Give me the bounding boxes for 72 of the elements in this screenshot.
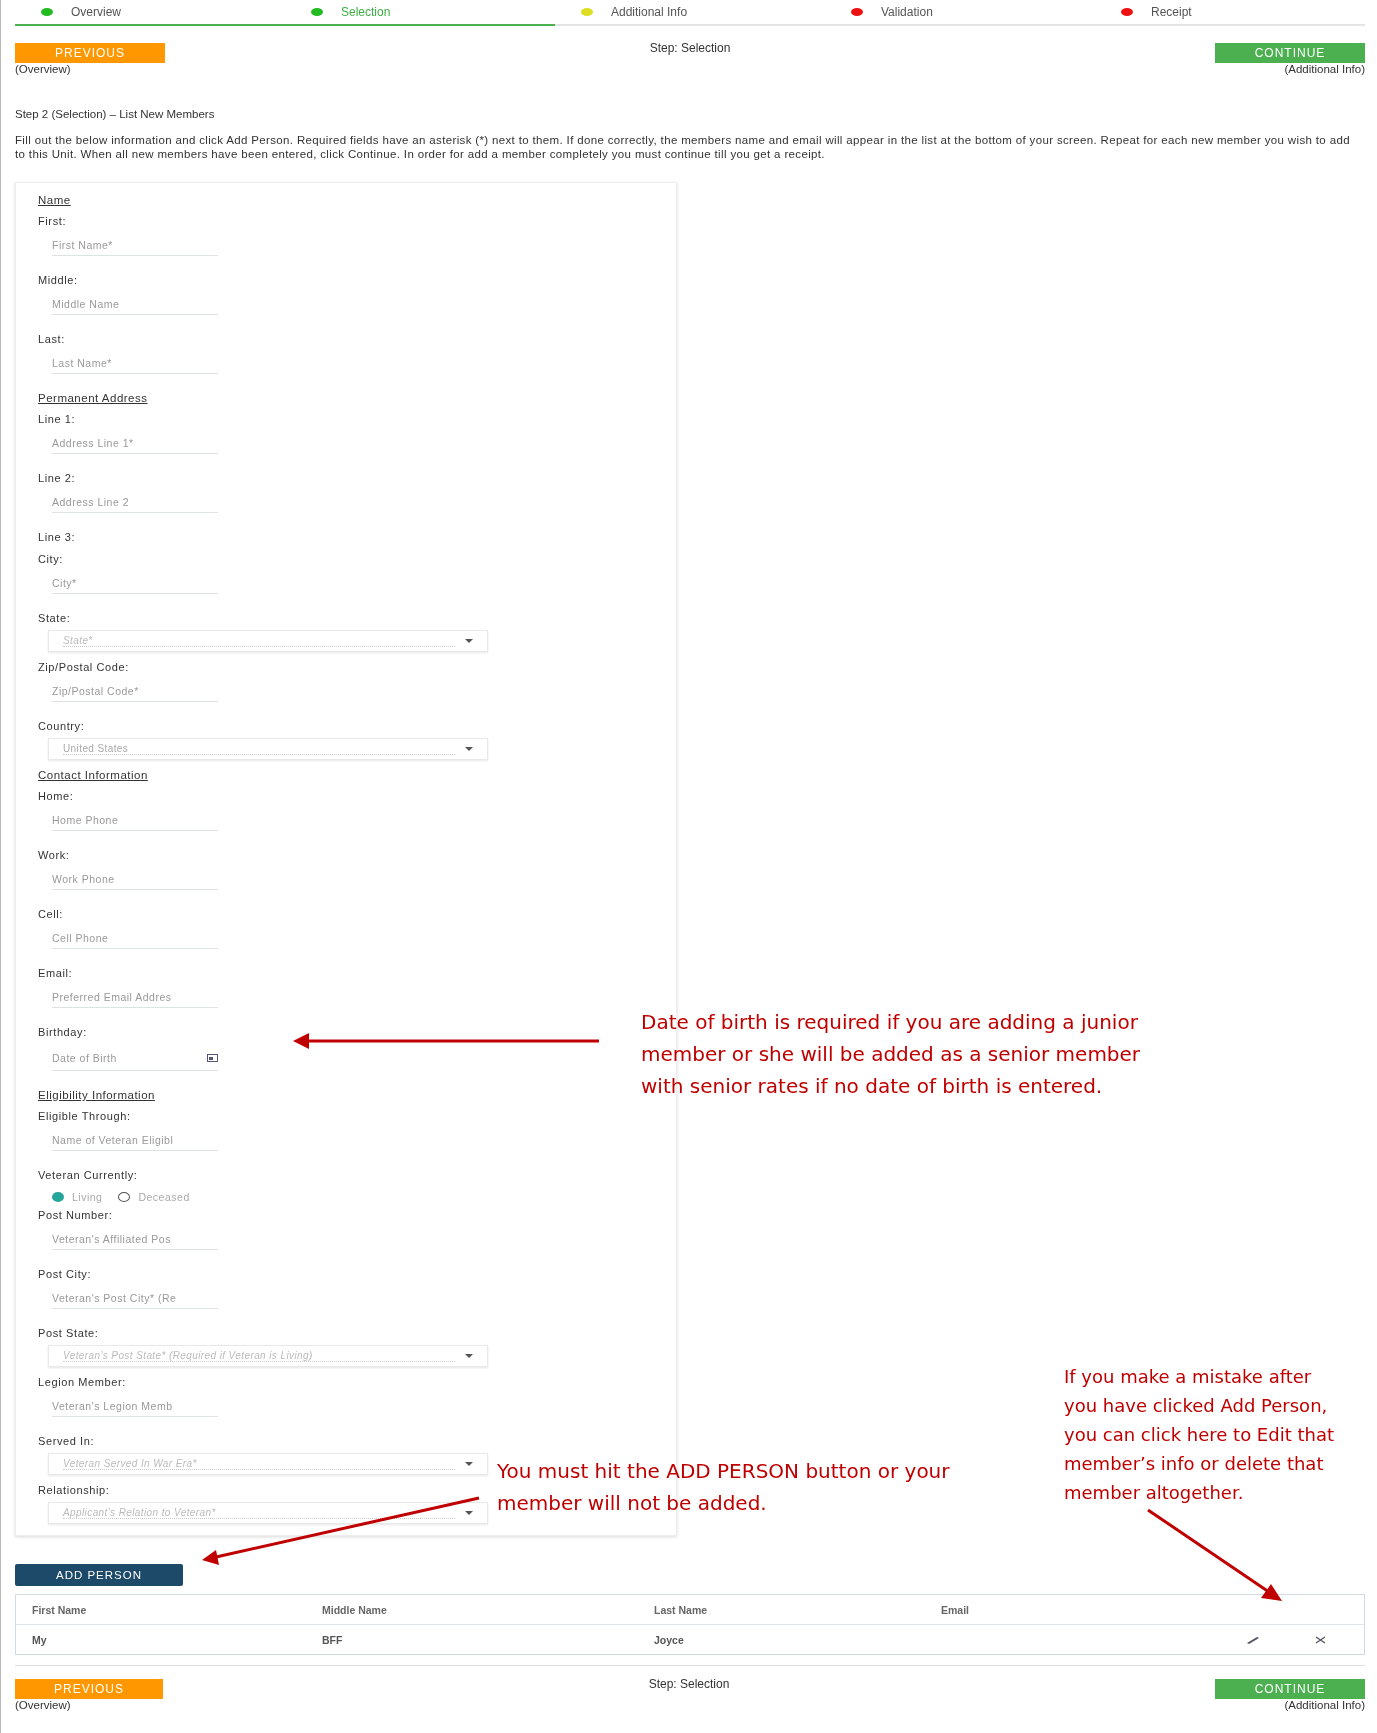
dropdown-caret-icon bbox=[465, 747, 473, 751]
field-label: Cell: bbox=[38, 907, 63, 922]
field-label: Legion Member: bbox=[38, 1375, 126, 1390]
progress-step[interactable]: Validation bbox=[825, 0, 1095, 26]
field-label: City: bbox=[38, 552, 63, 567]
dropdown-caret-icon bbox=[465, 1462, 473, 1466]
instructions-text: Fill out the below information and click Add Person. Required fields have an asterisk (*) next to them. If done correctly, the members name and email will appear in the list at the bottom of your screen. Repeat for each new member you wish to add to this Unit. When all new members have been entered, click Continue. In order for add a member completely you must continue till you get a receipt. bbox=[15, 133, 1351, 161]
field-label: Veteran Currently: bbox=[38, 1168, 138, 1183]
column-header: First Name bbox=[32, 1603, 87, 1616]
progress-step[interactable]: Selection bbox=[285, 0, 555, 26]
close-icon[interactable] bbox=[1315, 1635, 1326, 1644]
field-label: Middle: bbox=[38, 273, 78, 288]
table-cell: Joyce bbox=[654, 1633, 684, 1646]
radio-button[interactable] bbox=[52, 1192, 64, 1202]
field-label: Birthday: bbox=[38, 1025, 87, 1040]
field-label: Eligible Through: bbox=[38, 1109, 131, 1124]
field-label: Relationship: bbox=[38, 1483, 110, 1498]
section-heading: Permanent Address bbox=[38, 391, 148, 406]
current-step-label: Step: Selection bbox=[648, 1677, 730, 1691]
field-label: First: bbox=[38, 214, 67, 229]
dropdown-caret-icon bbox=[465, 1511, 473, 1515]
add-person-button[interactable]: ADD PERSON bbox=[15, 1564, 183, 1586]
dropdown-field[interactable]: State* bbox=[48, 630, 488, 652]
column-header: Middle Name bbox=[322, 1603, 387, 1616]
field-label: Post City: bbox=[38, 1267, 92, 1282]
previous-step-caption: (Overview) bbox=[15, 63, 71, 75]
field-label: Line 2: bbox=[38, 471, 76, 486]
field-label: Email: bbox=[38, 966, 73, 981]
dropdown-caret-icon bbox=[465, 1354, 473, 1358]
column-header: Last Name bbox=[654, 1603, 708, 1616]
progress-step[interactable]: Additional Info bbox=[555, 0, 825, 26]
annotation-text: You must hit the ADD PERSON button or your member will not be added. bbox=[497, 1458, 951, 1517]
next-step-caption: (Additional Info) bbox=[1284, 1699, 1365, 1711]
dropdown-caret-icon bbox=[465, 639, 473, 643]
section-heading: Name bbox=[38, 193, 71, 208]
previous-button[interactable]: PREVIOUS bbox=[15, 1679, 163, 1699]
next-step-caption: (Additional Info) bbox=[1284, 63, 1365, 75]
field-label: Post Number: bbox=[38, 1208, 113, 1223]
column-header: Email bbox=[941, 1603, 969, 1616]
radio-label: Deceased bbox=[138, 1191, 190, 1203]
edit-icon[interactable] bbox=[1246, 1635, 1260, 1644]
dropdown-field[interactable]: United States bbox=[48, 738, 488, 760]
field-label: State: bbox=[38, 611, 71, 626]
previous-button[interactable]: PREVIOUS bbox=[15, 43, 165, 63]
field-label: Work: bbox=[38, 848, 70, 863]
previous-step-caption: (Overview) bbox=[15, 1699, 71, 1711]
dropdown-field[interactable]: Veteran Served In War Era* bbox=[48, 1453, 488, 1475]
field-label: Country: bbox=[38, 719, 85, 734]
annotation-text: Date of birth is required if you are adding a junior member or she will be added as a senior member with senior rates if no date of birth is entered. bbox=[641, 1009, 1142, 1100]
section-heading: Eligibility Information bbox=[38, 1088, 155, 1103]
table-cell: My bbox=[32, 1633, 47, 1646]
field-label: Home: bbox=[38, 789, 74, 804]
field-label: Served In: bbox=[38, 1434, 95, 1449]
field-label: Line 1: bbox=[38, 412, 76, 427]
section-heading: Contact Information bbox=[38, 768, 148, 783]
dropdown-field[interactable]: Applicant's Relation to Veteran* bbox=[48, 1502, 488, 1524]
field-label: Zip/Postal Code: bbox=[38, 660, 129, 675]
current-step-label: Step: Selection bbox=[649, 41, 731, 55]
date-field[interactable]: Date of Birth bbox=[52, 1046, 218, 1071]
field-label: Last: bbox=[38, 332, 65, 347]
progress-step[interactable]: Overview bbox=[15, 0, 285, 26]
table-cell: BFF bbox=[322, 1633, 343, 1646]
dropdown-field[interactable]: Veteran's Post State* (Required if Veteran is Living) bbox=[48, 1345, 488, 1367]
progress-step[interactable]: Receipt bbox=[1095, 0, 1365, 26]
field-label: Line 3: bbox=[38, 530, 76, 545]
annotation-text: If you make a mistake after you have clicked Add Person, you can click here to Edit that member’s info or delete that member altogether. bbox=[1064, 1365, 1335, 1505]
page-heading: Step 2 (Selection) – List New Members bbox=[15, 108, 216, 120]
field-label: Post State: bbox=[38, 1326, 99, 1341]
continue-button[interactable]: CONTINUE bbox=[1215, 1679, 1365, 1699]
radio-label: Living bbox=[72, 1191, 103, 1203]
calendar-icon bbox=[207, 1054, 218, 1062]
continue-button[interactable]: CONTINUE bbox=[1215, 43, 1365, 63]
